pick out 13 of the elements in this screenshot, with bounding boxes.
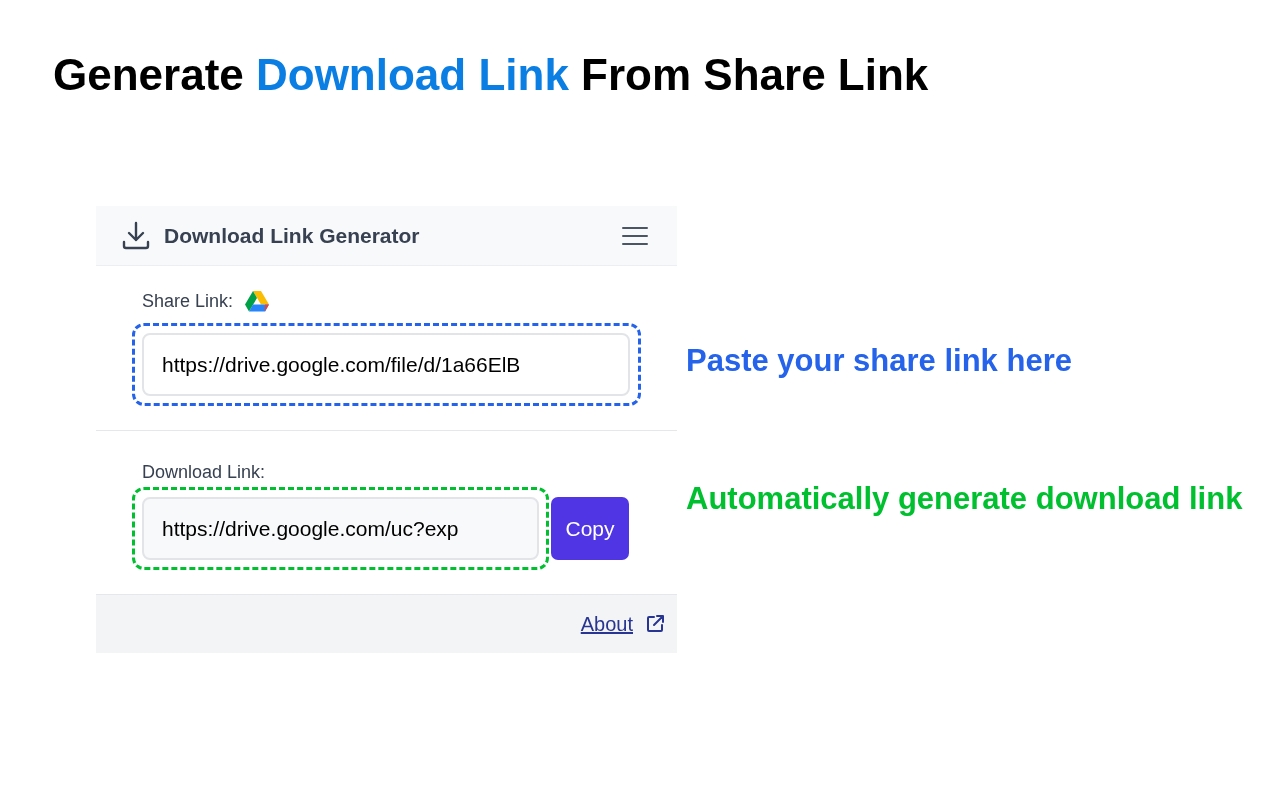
external-link-icon: [645, 614, 665, 634]
share-link-field[interactable]: https://drive.google.com/file/d/1a66ElB: [142, 333, 630, 396]
callout-text: Paste your share link here: [686, 342, 1072, 380]
callout-text: Automatically generate download link: [686, 480, 1244, 518]
about-link[interactable]: About: [580, 609, 633, 639]
app-title: Download Link Generator: [164, 222, 420, 249]
drive-icon: [245, 291, 270, 312]
field-label: Download Link:: [142, 461, 267, 484]
page-heading: Generate Download Link From Share Link: [53, 49, 929, 101]
download-icon: [120, 219, 152, 252]
copy-button[interactable]: Copy: [551, 497, 629, 560]
download-link-field[interactable]: https://drive.google.com/uc?exp: [142, 497, 539, 560]
field-label: Share Link:: [142, 290, 234, 313]
